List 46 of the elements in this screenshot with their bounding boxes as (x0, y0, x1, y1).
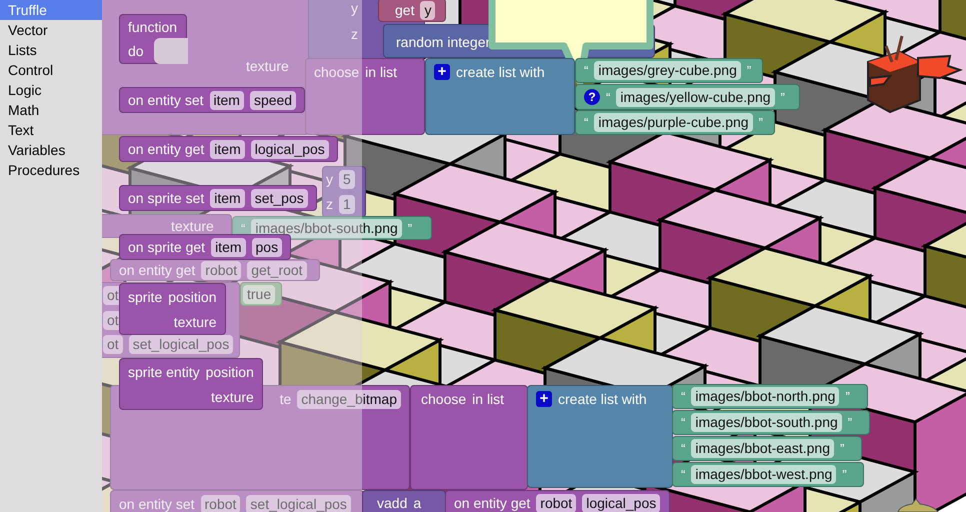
block-label: texture (246, 56, 289, 76)
block-label: on entity set (128, 90, 204, 110)
block-label: position (206, 362, 254, 382)
quote-mark: ” (842, 466, 847, 484)
block-label: sprite entity (128, 362, 200, 382)
block-label: te (280, 390, 292, 408)
quote-mark: “ (584, 62, 588, 80)
block-label: a (413, 494, 422, 512)
block-label: y (326, 170, 333, 189)
quote-mark: “ (681, 440, 686, 458)
quote-mark: “ (606, 88, 610, 106)
block-label: create list with (558, 390, 647, 408)
block-label: on sprite set (128, 188, 204, 208)
quote-mark: ” (848, 414, 852, 432)
block-label: texture (174, 312, 216, 332)
block-label: get (395, 0, 414, 20)
block-label: in list (472, 390, 504, 408)
quote-mark: ” (408, 220, 412, 238)
block-label: function (128, 18, 178, 36)
block-label: vadd (377, 494, 408, 512)
block-label: choose (421, 390, 466, 408)
quote-mark: “ (681, 466, 686, 484)
block-label: on entity get (128, 140, 204, 158)
block-label: texture (211, 388, 254, 406)
block-label: position (168, 288, 216, 306)
block-label: z (351, 24, 358, 44)
block-label: on entity get (454, 494, 530, 512)
block-label: choose (314, 62, 360, 82)
quote-mark: ” (845, 388, 850, 406)
block-label: on entity get (119, 260, 196, 280)
block-label: sprite (128, 288, 162, 306)
block-label: on entity set (119, 494, 194, 512)
quote-mark: ” (746, 62, 752, 80)
block-label: create list with (456, 62, 545, 82)
quote-mark: ” (758, 114, 763, 132)
block-label: z (326, 195, 333, 214)
quote-mark: ” (780, 88, 785, 106)
quote-mark: ” (840, 440, 844, 458)
quote-mark: “ (584, 114, 588, 132)
block-label: on sprite get (128, 238, 206, 256)
block-label: y (351, 0, 358, 18)
block-label: texture (171, 216, 214, 236)
quote-mark: “ (681, 388, 686, 406)
block-label: in list (365, 62, 398, 82)
block-label: do (128, 42, 144, 60)
quote-mark: “ (681, 414, 686, 432)
